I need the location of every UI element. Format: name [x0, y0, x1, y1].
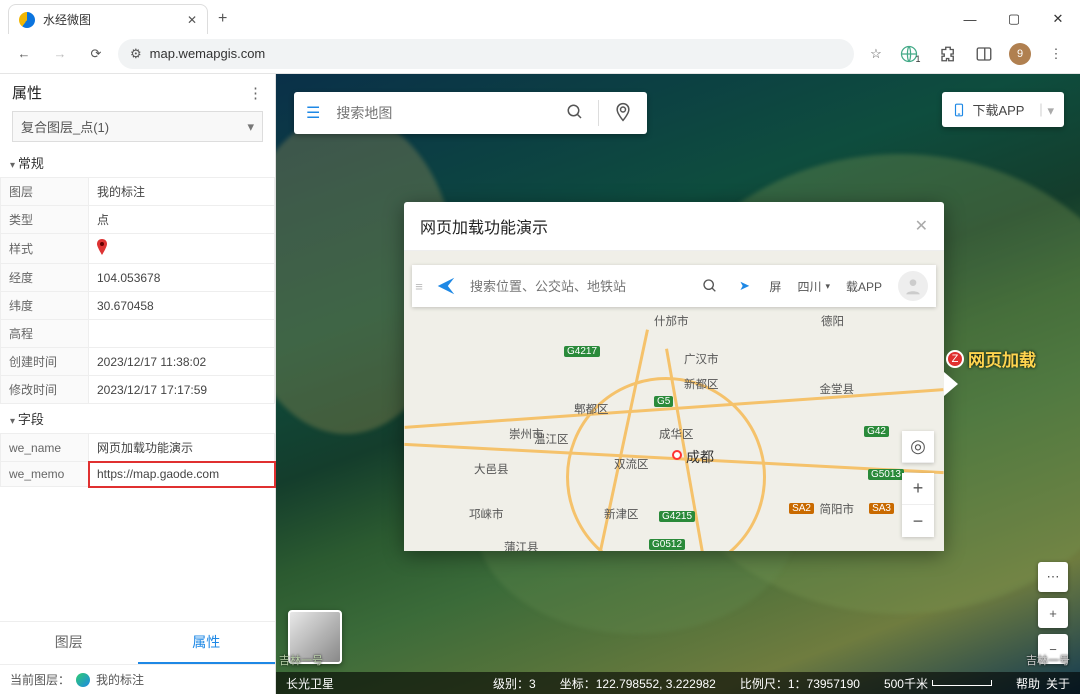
webpage-popup: 网页加载功能演示 ✕ ≡ ➤ 屏 四川▾ 载APP — [404, 202, 944, 551]
general-props-table: 图层我的标注 类型点 样式 经度104.053678 纬度30.670458 高… — [0, 177, 275, 404]
attribute-sidebar: 属性 ⋮ 复合图层_点(1) ▾ 常规 图层我的标注 类型点 样式 经度104.… — [0, 74, 276, 694]
field-we-name[interactable]: 网页加载功能演示 — [89, 434, 275, 462]
menu-icon[interactable]: ⋮ — [1042, 40, 1070, 68]
gaode-search-input[interactable] — [466, 271, 693, 302]
more-icon[interactable]: ⋮ — [248, 84, 263, 102]
location-icon[interactable] — [599, 102, 647, 125]
prop-longitude[interactable]: 104.053678 — [89, 264, 275, 292]
download-app-button[interactable]: 下载APP ｜▾ — [942, 92, 1064, 127]
minimize-icon[interactable]: — — [948, 4, 992, 34]
bookmark-icon[interactable]: ☆ — [862, 40, 890, 68]
sidebar-status: 当前图层： 我的标注 — [0, 664, 275, 694]
tab-title: 水经微图 — [43, 11, 91, 28]
gaode-logo-icon[interactable] — [426, 275, 466, 297]
extensions-icon[interactable] — [934, 40, 962, 68]
url-text: map.wemapgis.com — [150, 46, 266, 61]
popup-close-icon[interactable]: ✕ — [915, 216, 928, 236]
prop-ctime: 2023/12/17 11:38:02 — [89, 348, 275, 376]
browser-titlebar: 水经微图 ✕ + — ▢ ✕ — [0, 0, 1080, 34]
gaode-app[interactable]: 载APP — [838, 278, 890, 295]
gaode-search-bar: ≡ ➤ 屏 四川▾ 载APP — [412, 265, 936, 307]
gaode-fullscreen[interactable]: 屏 — [761, 278, 789, 295]
about-link[interactable]: 关于 — [1046, 675, 1070, 692]
maximize-icon[interactable]: ▢ — [992, 4, 1036, 34]
status-coords: 122.798552, 3.222982 — [596, 677, 716, 691]
prop-latitude[interactable]: 30.670458 — [89, 292, 275, 320]
map-attribution-right: 吉林一号 — [1026, 652, 1070, 668]
tab-favicon — [19, 12, 35, 28]
popup-iframe[interactable]: ≡ ➤ 屏 四川▾ 载APP — [404, 251, 944, 551]
tab-attributes[interactable]: 属性 — [138, 622, 276, 664]
gaode-avatar-icon[interactable] — [898, 271, 928, 301]
gaode-search-icon[interactable] — [693, 278, 727, 294]
prop-elevation[interactable] — [89, 320, 275, 348]
tab-layer[interactable]: 图层 — [0, 622, 138, 664]
prop-style[interactable] — [89, 234, 275, 264]
profile-avatar[interactable]: 9 — [1006, 40, 1034, 68]
status-provider: 长光卫星 — [286, 675, 334, 692]
close-window-icon[interactable]: ✕ — [1036, 4, 1080, 34]
gaode-zoom-controls: + − — [902, 473, 934, 537]
gaode-zoom-out[interactable]: − — [902, 505, 934, 537]
section-general[interactable]: 常规 — [0, 148, 275, 177]
map-search-input[interactable] — [332, 97, 552, 129]
new-tab-button[interactable]: + — [208, 4, 237, 34]
layer-dropdown[interactable]: 复合图层_点(1) ▾ — [12, 111, 263, 142]
status-distance: 500千米 — [884, 675, 928, 692]
search-icon[interactable] — [552, 103, 598, 124]
close-icon[interactable]: ✕ — [187, 13, 197, 27]
prop-layer[interactable]: 我的标注 — [89, 178, 275, 206]
forward-icon[interactable]: → — [46, 40, 74, 68]
map-canvas[interactable]: ☰ 下载APP ｜▾ 网页加载功能演示 ✕ ≡ — [276, 74, 1080, 694]
gaode-zoom-in[interactable]: + — [902, 473, 934, 505]
gaode-region-select[interactable]: 四川▾ — [789, 278, 838, 295]
popup-title: 网页加载功能演示 — [420, 214, 548, 238]
sidebar-tabs: 图层 属性 — [0, 621, 275, 664]
sidebar-title: 属性 — [12, 82, 42, 103]
site-info-icon[interactable]: ⚙ — [130, 46, 142, 62]
reload-icon[interactable]: ⟳ — [82, 40, 110, 68]
marker-label: 网页加载 — [968, 346, 1036, 371]
map-search-bar: ☰ — [294, 92, 647, 134]
map-attribution-left: 吉林一号 — [279, 652, 323, 668]
field-we-memo[interactable]: https://map.gaode.com — [89, 462, 275, 487]
browser-tab[interactable]: 水经微图 ✕ — [8, 4, 208, 34]
tool-zoom-in[interactable]: + — [1038, 598, 1068, 628]
map-right-tools: ⋯ + − — [1038, 562, 1068, 664]
prop-type[interactable]: 点 — [89, 206, 275, 234]
chevron-down-icon: ▾ — [247, 119, 254, 135]
map-marker[interactable]: Z 网页加载 — [946, 346, 1036, 371]
translate-icon[interactable]: 1 — [898, 40, 926, 68]
browser-toolbar: ← → ⟳ ⚙ map.wemapgis.com ☆ 1 9 ⋮ — [0, 34, 1080, 74]
menu-icon[interactable]: ☰ — [294, 103, 332, 123]
marker-pin-icon: Z — [946, 350, 964, 368]
status-level: 3 — [529, 677, 536, 691]
status-scale: 1：73957190 — [788, 677, 860, 691]
address-bar[interactable]: ⚙ map.wemapgis.com — [118, 39, 854, 69]
section-fields[interactable]: 字段 — [0, 404, 275, 433]
gaode-directions-icon[interactable]: ➤ — [727, 278, 761, 294]
gaode-locate-button[interactable]: ◎ — [902, 431, 934, 463]
layer-color-icon — [76, 673, 90, 687]
tool-more-icon[interactable]: ⋯ — [1038, 562, 1068, 592]
back-icon[interactable]: ← — [10, 40, 38, 68]
help-link[interactable]: 帮助 — [1016, 675, 1040, 692]
map-statusbar: 长光卫星 级别：3 坐标：122.798552, 3.222982 比例尺：1：… — [276, 672, 1080, 694]
pin-icon — [97, 244, 107, 258]
prop-mtime: 2023/12/17 17:17:59 — [89, 376, 275, 404]
fields-table: we_name网页加载功能演示 we_memohttps://map.gaode… — [0, 433, 275, 487]
sidepanel-icon[interactable] — [970, 40, 998, 68]
